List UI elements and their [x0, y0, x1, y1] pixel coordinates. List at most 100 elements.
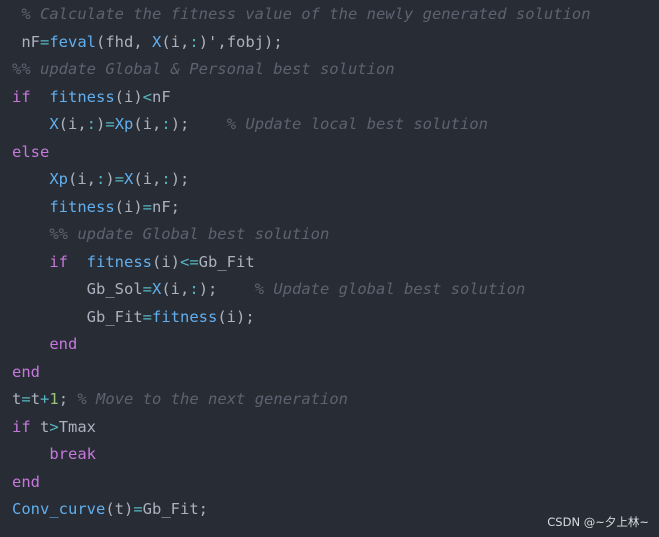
code-token: %% update Global & Personal best solutio… — [12, 60, 395, 78]
code-token: 1 — [49, 390, 59, 408]
code-line: if fitness(i)<=Gb_Fit — [0, 249, 659, 277]
code-token: % Move to the next generation — [77, 390, 349, 408]
code-token: end — [12, 472, 40, 491]
code-token: (i, — [161, 32, 190, 51]
code-token: t — [12, 390, 22, 408]
code-line: %% update Global & Personal best solutio… — [0, 56, 659, 84]
code-token: Gb_Sol — [86, 280, 143, 298]
code-token: (i, — [68, 170, 96, 188]
code-line: fitness(i)=nF; — [0, 194, 659, 222]
watermark: CSDN @~夕上林~ — [547, 515, 649, 529]
code-token: end — [12, 362, 40, 381]
code-block: % Calculate the fitness value of the new… — [0, 1, 659, 524]
code-token: % Update local best solution — [226, 115, 489, 133]
code-token: % Calculate the fitness value of the new… — [21, 5, 591, 23]
code-token: = — [142, 280, 152, 298]
code-token: X — [152, 280, 162, 298]
code-token: t — [30, 417, 50, 436]
code-line: end — [0, 469, 659, 497]
code-token: (i, — [161, 280, 190, 298]
code-token: (t) — [105, 500, 134, 518]
code-token: if — [49, 252, 68, 271]
code-token: <= — [180, 252, 199, 271]
code-token: Xp — [114, 115, 134, 133]
code-token: : — [161, 170, 171, 188]
code-token: = — [21, 390, 31, 408]
code-token: : — [96, 170, 106, 188]
code-token: ) — [96, 115, 106, 133]
code-token: (i, — [58, 115, 87, 133]
code-token: fitness — [49, 197, 115, 216]
code-token: end — [49, 335, 78, 353]
code-line: nF=feval(fhd, X(i,:)',fobj); — [0, 29, 659, 57]
code-line: % Calculate the fitness value of the new… — [0, 1, 659, 29]
code-token: ); — [170, 170, 190, 188]
code-token: Tmax — [58, 417, 97, 436]
code-token: fitness — [49, 87, 115, 106]
code-line: X(i,:)=Xp(i,:); % Update local best solu… — [0, 111, 659, 139]
code-token: if — [12, 417, 31, 436]
code-token: nF — [152, 87, 171, 106]
code-token: Xp — [49, 170, 68, 188]
code-token: X — [152, 32, 162, 51]
code-token: = — [133, 500, 143, 518]
code-token: ; — [58, 390, 78, 408]
code-line: if fitness(i)<nF — [0, 84, 659, 112]
code-token: fitness — [152, 307, 218, 326]
code-token: fitness — [86, 252, 152, 271]
code-token: (i) — [114, 87, 143, 106]
code-token: Gb_Fit; — [142, 500, 208, 518]
code-token: > — [49, 417, 59, 436]
code-line: else — [0, 139, 659, 167]
code-token: ); — [170, 115, 227, 133]
code-line: Xp(i,:)=X(i,:); — [0, 166, 659, 194]
code-token: = — [142, 307, 152, 326]
code-token: nF; — [152, 197, 180, 216]
code-token: else — [12, 142, 50, 161]
code-token: X — [124, 170, 134, 188]
code-token: Gb_Fit — [198, 252, 255, 271]
code-token: (i) — [114, 197, 143, 216]
code-line: Gb_Sol=X(i,:); % Update global best solu… — [0, 276, 659, 304]
code-line: Gb_Fit=fitness(i); — [0, 304, 659, 332]
code-editor[interactable]: % Calculate the fitness value of the new… — [0, 0, 659, 537]
code-line: end — [0, 331, 659, 359]
code-line: t=t+1; % Move to the next generation — [0, 386, 659, 414]
code-token: %% update Global best solution — [49, 225, 330, 243]
code-token: nF — [12, 32, 40, 51]
code-token: < — [142, 87, 153, 106]
code-token: (i) — [152, 252, 180, 271]
code-token: Gb_Fit — [86, 307, 143, 326]
code-token: Conv_curve — [12, 500, 106, 518]
code-token: X — [49, 115, 59, 133]
code-token: feval — [49, 32, 97, 51]
code-token: : — [189, 32, 199, 51]
code-token: (i); — [217, 307, 255, 326]
code-token: = — [142, 197, 152, 216]
code-token: (i, — [133, 170, 162, 188]
code-token: (i, — [133, 115, 162, 133]
code-token: + — [40, 390, 50, 408]
code-token: )' — [198, 32, 218, 51]
code-token: ); — [198, 280, 255, 298]
code-token: = — [105, 115, 115, 133]
code-token: if — [12, 87, 31, 106]
code-token: % Update global best solution — [254, 280, 526, 298]
code-line: if t>Tmax — [0, 414, 659, 442]
code-line: end — [0, 359, 659, 387]
code-token: : — [189, 280, 199, 298]
code-token: t — [30, 390, 41, 408]
code-token: (fhd, — [96, 32, 153, 51]
code-token: = — [40, 32, 50, 51]
